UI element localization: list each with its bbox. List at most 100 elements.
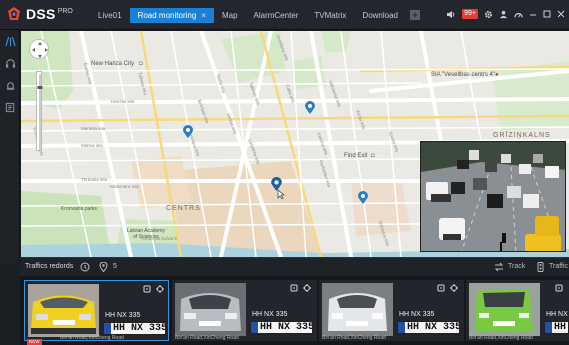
plate-recognition-icon[interactable]: [555, 284, 563, 292]
plate-number-text: HH NX 335: [399, 311, 435, 318]
map-label-find-exit: Find Exit: [344, 153, 368, 159]
tab-tvmatrix[interactable]: TVMatrix: [306, 8, 354, 23]
eu-flag-icon: [251, 322, 258, 333]
tab-map[interactable]: Map: [214, 8, 246, 23]
rail-record[interactable]: [0, 96, 20, 118]
eu-flag-icon: [104, 323, 111, 334]
traffic-records-title: Traffics redords: [25, 263, 74, 270]
plate-image-text: HH NX: [554, 322, 568, 333]
tab-alarm-center[interactable]: AlarmCenter: [246, 8, 307, 23]
street-label: Aspazijas bulvāris: [141, 236, 178, 241]
eu-flag-icon: [545, 322, 552, 333]
app-logo: DSS PRO: [6, 6, 73, 22]
plate-image-text: HH NX 335: [407, 322, 460, 333]
traffic-records-count: 5: [113, 263, 117, 270]
location-pin-icon[interactable]: [99, 262, 108, 272]
camera-marker-icon[interactable]: [358, 191, 368, 205]
traffic-camera-feed: [421, 142, 565, 251]
dss-logo-icon: [8, 7, 20, 20]
eu-flag-icon: [398, 322, 405, 333]
plate-image: HH NX 335: [397, 321, 460, 334]
minimize-icon[interactable]: [529, 10, 537, 18]
tab-label: Live01: [98, 11, 122, 20]
zoom-slider-track: [37, 74, 43, 150]
notification-count-badge[interactable]: 99+: [462, 9, 478, 19]
vehicle-photo: [322, 283, 393, 336]
record-location: Bin'an Road,XinCheng Road: [60, 335, 124, 341]
vehicle-photo: [28, 284, 99, 337]
plate-image: HH NX 335: [250, 321, 313, 334]
user-icon[interactable]: [499, 10, 508, 19]
traffic-light-icon[interactable]: [536, 262, 545, 272]
vehicle-photo: [175, 283, 246, 336]
pan-arrows-icon: [32, 42, 48, 58]
tab-download[interactable]: Download: [354, 8, 406, 23]
plate-number-text: HH NX: [546, 311, 568, 318]
traffic-button[interactable]: Traffic: [549, 263, 568, 270]
record-location: Bin'an Road,XinCheng Road: [175, 335, 239, 341]
app-window: DSS PRO Live01 Road monitoring × Map Ala…: [0, 0, 569, 345]
traffic-record-list: NEW HH NX 335 HH NX 335 Bin'an Road,XinC…: [20, 276, 569, 345]
yellow-car-image: [28, 284, 99, 337]
traffic-records-bar: Traffics redords 5 Track Traffic: [20, 257, 569, 276]
street-label: Tērbatas iela: [81, 177, 108, 182]
plate-number-text: HH NX 335: [252, 311, 288, 318]
locate-icon[interactable]: [450, 284, 458, 292]
street-label: Hanzas iela: [111, 99, 135, 104]
camera-marker-icon[interactable]: [305, 101, 315, 115]
map-zoom-slider[interactable]: [36, 71, 43, 151]
traffic-record-card[interactable]: HH NX 335 HH NX 335: [319, 280, 464, 341]
top-right-tools: 99+: [446, 9, 565, 19]
headset-icon: [5, 58, 15, 68]
new-record-badge: NEW: [27, 339, 42, 345]
plate-recognition-icon[interactable]: [437, 284, 445, 292]
rail-monitor[interactable]: [0, 30, 20, 52]
traffic-record-card[interactable]: HH NX HH NX: [466, 280, 569, 341]
white-car-image: [322, 283, 393, 336]
plate-image: HH NX: [544, 321, 569, 334]
map-label-centrs: CENTRS: [166, 205, 201, 212]
tab-close-icon[interactable]: ×: [201, 11, 206, 20]
plate-recognition-icon[interactable]: [290, 284, 298, 292]
tab-label: Map: [221, 11, 238, 20]
add-tab-button[interactable]: +: [410, 10, 420, 20]
close-icon[interactable]: [557, 10, 565, 18]
map-poi-icon: ◘: [371, 153, 375, 159]
cursor-pointer-icon: [277, 189, 285, 199]
gear-icon[interactable]: [484, 10, 493, 19]
live-video-popup[interactable]: [420, 141, 566, 252]
map-poi-red-icon: ●: [495, 72, 499, 78]
track-icon[interactable]: [494, 262, 504, 272]
filter-icon[interactable]: [80, 262, 90, 272]
speaker-icon[interactable]: [446, 10, 456, 19]
rail-alarm[interactable]: [0, 74, 20, 96]
camera-marker-icon[interactable]: [183, 125, 193, 139]
rail-headset[interactable]: [0, 52, 20, 74]
plate-image-text: HH NX 335: [260, 322, 313, 333]
map-label-new-hanza: New Hanza City: [91, 61, 135, 67]
map-pan-control[interactable]: [29, 39, 49, 59]
traffic-record-card[interactable]: NEW HH NX 335 HH NX 335: [24, 280, 169, 345]
locate-icon[interactable]: [303, 284, 311, 292]
main-tabs: Live01 Road monitoring × Map AlarmCenter…: [90, 8, 420, 23]
map-label-vessel: SIA "Vesellbas centrs 4": [431, 72, 495, 78]
alarm-icon: [6, 81, 14, 90]
vehicle-photo: [469, 283, 540, 336]
street-label: Merkeļa iela: [81, 126, 106, 131]
map-view[interactable]: New Hanza City ◘ SIA "Vesellbas centrs 4…: [21, 31, 569, 257]
track-button[interactable]: Track: [508, 263, 525, 270]
tab-live01[interactable]: Live01: [90, 8, 130, 23]
map-poi-icon: ◘: [139, 61, 143, 67]
record-list-icon: [5, 102, 14, 112]
plate-number-text: HH NX 335: [105, 312, 141, 319]
maximize-icon[interactable]: [543, 10, 551, 18]
tab-label: Download: [362, 11, 398, 20]
locate-icon[interactable]: [156, 285, 164, 293]
tab-label: Road monitoring: [137, 11, 197, 20]
plate-recognition-icon[interactable]: [143, 285, 151, 293]
green-van-image: [469, 283, 540, 336]
dashboard-icon[interactable]: [514, 10, 523, 19]
plate-image: HH NX 335: [103, 322, 166, 335]
traffic-record-card[interactable]: HH NX 335 HH NX 335: [172, 280, 317, 341]
tab-road-monitoring[interactable]: Road monitoring ×: [129, 8, 214, 23]
